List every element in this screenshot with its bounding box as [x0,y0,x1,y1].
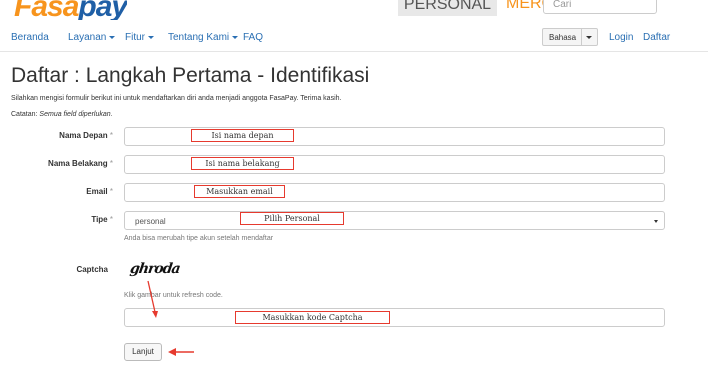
annotation-first-name: Isi nama depan [191,129,294,142]
language-select[interactable]: Bahasa [542,28,598,46]
divider [581,29,582,45]
captcha-input[interactable] [124,308,665,327]
nav-label: Layanan [68,32,107,43]
captcha-label: Captcha [76,265,108,274]
captcha-help-text: Klik gambar untuk refresh code. [124,292,223,299]
annotation-email: Masukkan email [194,185,285,198]
note-text: Semua field diperlukan. [39,111,113,118]
annotation-type: Pilih Personal [240,212,344,225]
personal-tab[interactable]: PERSONAL [398,0,497,16]
logo-text-part1: Fasa [14,0,79,20]
intro-text: Silahkan mengisi formulir berikut ini un… [11,95,342,102]
captcha-image[interactable]: ghroda [129,261,181,277]
main-navbar: Beranda Layanan Fitur Tentang Kami FAQ B… [0,22,708,52]
nav-item-fitur[interactable]: Fitur [125,32,154,43]
note-prefix: Catatan: [11,111,40,118]
first-name-label: Nama Depan * [59,131,113,140]
label-text: Tipe [91,215,108,224]
top-bar: Fasapay PERSONAL MERCHANT Cari [0,0,708,22]
chevron-down-icon [586,36,592,39]
login-link[interactable]: Login [609,32,633,43]
label-text: Nama Depan [59,131,108,140]
nav-item-faq[interactable]: FAQ [243,32,263,43]
nav-label: FAQ [243,32,264,43]
submit-arrow-head [168,348,176,356]
chevron-down-icon [232,35,239,39]
chevron-down-icon [148,35,154,39]
last-name-label: Nama Belakang * [48,159,113,168]
nav-item-layanan[interactable]: Layanan [68,32,116,43]
nav-item-tentang-kami[interactable]: Tentang Kami [168,32,239,43]
nav-item-beranda[interactable]: Beranda [11,32,49,43]
type-help-text: Anda bisa merubah tipe akun setelah mend… [124,235,274,242]
chevron-down-icon [654,220,658,223]
annotation-captcha: Masukkan kode Captcha [235,311,390,324]
nav-label: Fitur [125,32,145,43]
required-mark: * [109,187,113,196]
required-mark: * [109,131,113,140]
nav-label: Beranda [11,32,49,43]
label-text: Email [86,187,108,196]
submit-button[interactable]: Lanjut [124,343,162,361]
register-link[interactable]: Daftar [643,32,670,43]
required-mark: * [109,215,113,224]
fasapay-logo[interactable]: Fasapay [14,0,127,20]
required-note: Catatan: Semua field diperlukan. [11,111,113,118]
required-mark: * [109,159,113,168]
annotation-last-name: Isi nama belakang [191,157,294,170]
type-select-value: personal [135,217,166,226]
label-text: Nama Belakang [48,159,108,168]
page-title: Daftar : Langkah Pertama - Identifikasi [11,64,370,87]
email-label: Email * [86,187,113,196]
type-select[interactable]: personal [124,211,665,230]
search-input[interactable]: Cari [543,0,657,14]
type-label: Tipe * [91,215,113,224]
language-label: Bahasa [549,33,577,42]
nav-label: Tentang Kami [168,32,230,43]
chevron-down-icon [109,35,116,39]
logo-text-part2: pay [78,0,128,20]
